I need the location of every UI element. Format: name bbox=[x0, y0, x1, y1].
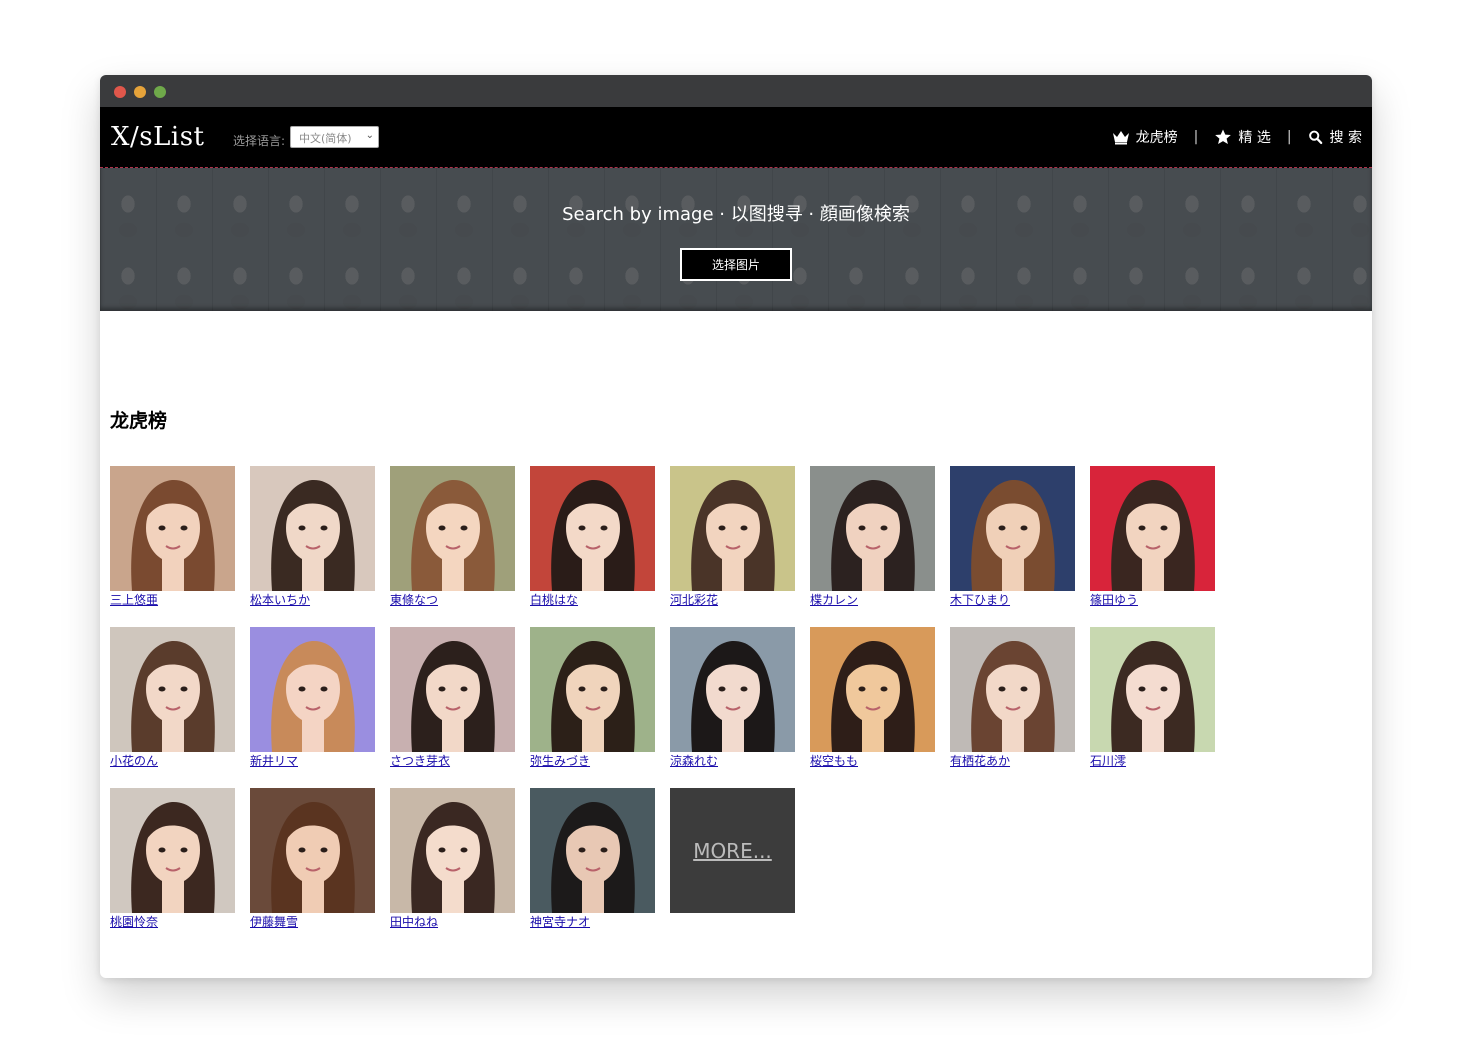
profile-card[interactable]: 楪カレン bbox=[810, 466, 935, 607]
profile-card[interactable]: 新井リマ bbox=[250, 627, 375, 768]
profile-photo[interactable] bbox=[390, 466, 515, 591]
profile-photo[interactable] bbox=[530, 627, 655, 752]
profile-card[interactable]: 神宮寺ナオ bbox=[530, 788, 655, 929]
choose-image-button[interactable]: 选择图片 bbox=[680, 248, 792, 281]
window-titlebar bbox=[100, 75, 1372, 107]
profile-photo[interactable] bbox=[810, 466, 935, 591]
profile-card[interactable]: 三上悠亜 bbox=[110, 466, 235, 607]
profile-card[interactable]: 小花のん bbox=[110, 627, 235, 768]
profile-name-link[interactable]: 桜空もも bbox=[810, 754, 935, 768]
site-logo[interactable]: X/sList bbox=[111, 122, 204, 152]
nav-link-ranking-label: 龙虎榜 bbox=[1135, 130, 1178, 146]
profile-photo[interactable] bbox=[950, 627, 1075, 752]
image-search-banner: Search by image · 以图搜寻 · 顔画像検索 选择图片 bbox=[100, 168, 1372, 311]
profile-name-link[interactable]: 石川澪 bbox=[1090, 754, 1215, 768]
profile-card[interactable]: 河北彩花 bbox=[670, 466, 795, 607]
profile-name-link[interactable]: 東條なつ bbox=[390, 593, 515, 607]
profile-photo[interactable] bbox=[810, 627, 935, 752]
chevron-down-icon: ⌄ bbox=[365, 130, 374, 141]
profile-name-link[interactable]: 三上悠亜 bbox=[110, 593, 235, 607]
section-title: 龙虎榜 bbox=[110, 410, 168, 432]
nav-link-featured-label: 精 选 bbox=[1238, 130, 1271, 146]
profile-photo[interactable] bbox=[1090, 466, 1215, 591]
profile-photo[interactable] bbox=[1090, 627, 1215, 752]
profile-name-link[interactable]: 小花のん bbox=[110, 754, 235, 768]
site-navbar: X/sList 选择语言: 中文(简体) ⌄ 龙虎榜 | 精 选 | 搜 索 bbox=[100, 107, 1372, 168]
language-selected-value: 中文(简体) bbox=[299, 132, 352, 145]
nav-links: 龙虎榜 | 精 选 | 搜 索 bbox=[1112, 127, 1362, 147]
browser-window: X/sList 选择语言: 中文(简体) ⌄ 龙虎榜 | 精 选 | 搜 索 S… bbox=[100, 75, 1372, 978]
profile-photo[interactable] bbox=[250, 788, 375, 913]
profile-name-link[interactable]: 新井リマ bbox=[250, 754, 375, 768]
profile-name-link[interactable]: 弥生みづき bbox=[530, 754, 655, 768]
profile-name-link[interactable]: 田中ねね bbox=[390, 915, 515, 929]
profile-card[interactable]: 松本いちか bbox=[250, 466, 375, 607]
profile-name-link[interactable]: 松本いちか bbox=[250, 593, 375, 607]
profile-name-link[interactable]: 楪カレン bbox=[810, 593, 935, 607]
nav-link-featured[interactable]: 精 选 bbox=[1214, 127, 1271, 147]
profile-name-link[interactable]: 篠田ゆう bbox=[1090, 593, 1215, 607]
profile-photo[interactable] bbox=[670, 627, 795, 752]
profile-card[interactable]: 東條なつ bbox=[390, 466, 515, 607]
profile-card[interactable]: 石川澪 bbox=[1090, 627, 1215, 768]
minimize-window-button[interactable] bbox=[134, 86, 146, 98]
profile-photo[interactable] bbox=[530, 466, 655, 591]
more-button[interactable]: MORE... bbox=[670, 788, 795, 913]
nav-link-ranking[interactable]: 龙虎榜 bbox=[1112, 127, 1178, 147]
profile-photo[interactable] bbox=[670, 466, 795, 591]
profile-name-link[interactable]: 白桃はな bbox=[530, 593, 655, 607]
profile-photo[interactable] bbox=[390, 788, 515, 913]
profile-name-link[interactable]: 河北彩花 bbox=[670, 593, 795, 607]
profile-name-link[interactable]: 有栖花あか bbox=[950, 754, 1075, 768]
profile-photo[interactable] bbox=[950, 466, 1075, 591]
profile-photo[interactable] bbox=[530, 788, 655, 913]
profile-card[interactable]: 弥生みづき bbox=[530, 627, 655, 768]
close-window-button[interactable] bbox=[114, 86, 126, 98]
profile-card[interactable]: 伊藤舞雪 bbox=[250, 788, 375, 929]
profile-name-link[interactable]: 木下ひまり bbox=[950, 593, 1075, 607]
image-search-title: Search by image · 以图搜寻 · 顔画像検索 bbox=[562, 204, 910, 225]
language-label: 选择语言: bbox=[233, 134, 286, 148]
profile-card[interactable]: 木下ひまり bbox=[950, 466, 1075, 607]
star-icon bbox=[1215, 129, 1232, 144]
profile-name-link[interactable]: 神宮寺ナオ bbox=[530, 915, 655, 929]
language-select[interactable]: 中文(简体) ⌄ bbox=[290, 126, 379, 148]
profile-card[interactable]: さつき芽衣 bbox=[390, 627, 515, 768]
profile-card[interactable]: 桜空もも bbox=[810, 627, 935, 768]
nav-separator: | bbox=[1193, 129, 1199, 145]
profile-card[interactable]: 白桃はな bbox=[530, 466, 655, 607]
search-icon bbox=[1308, 130, 1322, 145]
profile-photo[interactable] bbox=[110, 466, 235, 591]
profile-card[interactable]: 桃園怜奈 bbox=[110, 788, 235, 929]
nav-link-search[interactable]: 搜 索 bbox=[1308, 127, 1362, 147]
profile-photo[interactable] bbox=[110, 788, 235, 913]
profile-name-link[interactable]: 桃園怜奈 bbox=[110, 915, 235, 929]
profile-card[interactable]: 篠田ゆう bbox=[1090, 466, 1215, 607]
nav-separator: | bbox=[1286, 129, 1292, 145]
maximize-window-button[interactable] bbox=[154, 86, 166, 98]
nav-link-search-label: 搜 索 bbox=[1329, 130, 1362, 146]
profile-name-link[interactable]: 伊藤舞雪 bbox=[250, 915, 375, 929]
profile-card[interactable]: 涼森れむ bbox=[670, 627, 795, 768]
profile-name-link[interactable]: さつき芽衣 bbox=[390, 754, 515, 768]
profile-photo[interactable] bbox=[110, 627, 235, 752]
crown-icon bbox=[1112, 131, 1129, 145]
profile-card[interactable]: 田中ねね bbox=[390, 788, 515, 929]
profile-card[interactable]: 有栖花あか bbox=[950, 627, 1075, 768]
profile-photo[interactable] bbox=[250, 627, 375, 752]
profile-photo[interactable] bbox=[390, 627, 515, 752]
profile-name-link[interactable]: 涼森れむ bbox=[670, 754, 795, 768]
profile-photo[interactable] bbox=[250, 466, 375, 591]
